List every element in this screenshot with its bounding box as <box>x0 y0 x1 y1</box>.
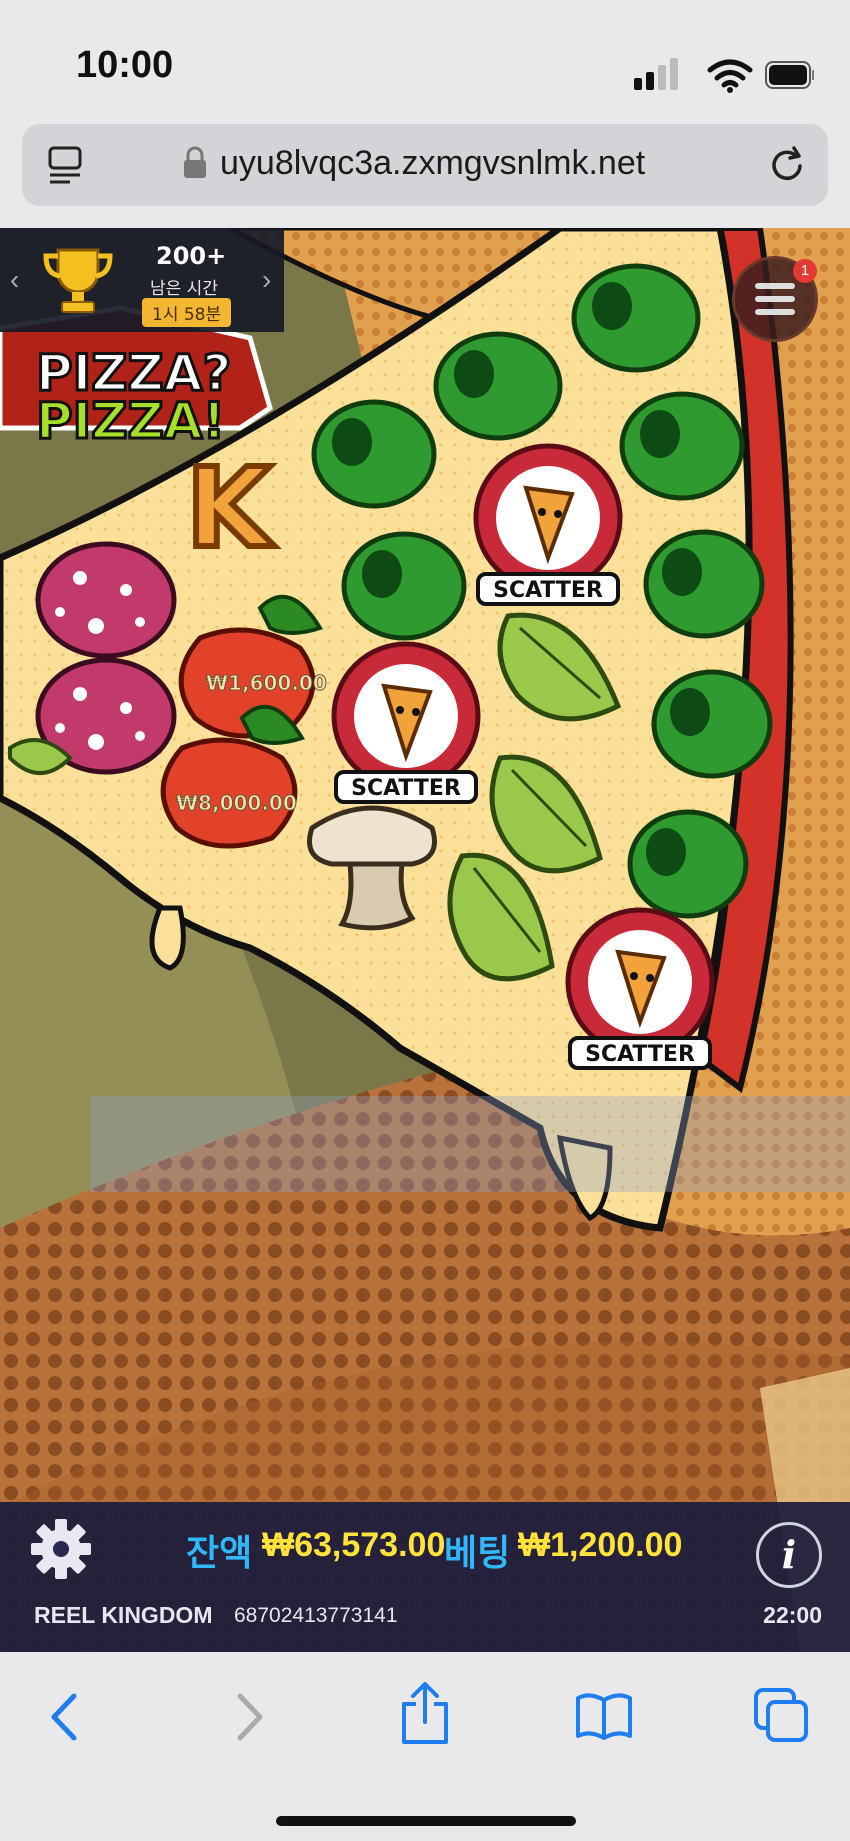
hamburger-icon <box>755 283 795 315</box>
chevron-left-icon[interactable]: ‹ <box>10 264 19 296</box>
settings-gear-icon[interactable] <box>28 1516 94 1582</box>
chevron-right-icon[interactable]: › <box>262 264 271 296</box>
trophy-icon <box>43 248 113 313</box>
olive-symbol <box>619 391 745 501</box>
lock-icon <box>184 146 206 178</box>
balance-label: 잔액 <box>186 1533 253 1574</box>
olive-symbol <box>643 529 765 639</box>
status-bar: 10:00 <box>0 0 850 122</box>
pepper-value: ₩8,000.00 <box>176 791 297 815</box>
olive-symbol <box>341 531 467 641</box>
address-bar[interactable]: uyu8lvqc3a.zxmgvsnlmk.net <box>22 124 828 206</box>
scatter-label: SCATTER <box>585 1042 695 1067</box>
forward-icon[interactable] <box>230 1690 270 1744</box>
scatter-label: SCATTER <box>351 776 461 801</box>
info-button[interactable]: i <box>756 1522 822 1588</box>
browser-toolbar <box>0 1652 850 1841</box>
bet-value[interactable]: ₩1,200.00 <box>518 1526 682 1565</box>
tournament-badge[interactable]: ‹ 200+ 남은 시간 1시 58분 › <box>0 228 284 332</box>
share-icon[interactable] <box>398 1682 452 1746</box>
scatter-symbol: SCATTER <box>565 907 715 1070</box>
url-text[interactable]: uyu8lvqc3a.zxmgvsnlmk.net <box>220 144 645 183</box>
tournament-time-left: 1시 58분 <box>142 298 232 327</box>
scatter-symbol: SCATTER <box>331 641 481 804</box>
olive-symbol <box>571 263 701 373</box>
tournament-count: 200+ <box>156 242 227 270</box>
reader-mode-icon[interactable] <box>46 144 86 186</box>
notification-badge: 1 <box>793 259 817 283</box>
game-area[interactable]: K ₩1,600.00 ₩8,000.00 SCATTER SCATTER SC… <box>0 228 850 1652</box>
session-id: 68702413773141 <box>234 1604 398 1627</box>
scatter-symbol: SCATTER <box>473 443 623 606</box>
game-clock: 22:00 <box>763 1602 822 1628</box>
k-symbol: K <box>186 444 275 572</box>
wifi-icon <box>707 59 753 93</box>
bookmarks-icon[interactable] <box>574 1690 634 1742</box>
balance-value: ₩63,573.00 <box>262 1526 446 1564</box>
status-time: 10:00 <box>76 44 174 86</box>
salami-symbol <box>35 541 177 659</box>
provider-brand: REEL KINGDOM <box>34 1602 213 1628</box>
game-hud: 잔액 ₩63,573.00 베팅 ₩1,200.00 i REEL KINGDO… <box>0 1502 850 1652</box>
pepper-value: ₩1,600.00 <box>206 671 327 695</box>
olive-symbol <box>651 669 773 779</box>
olive-symbol <box>311 399 437 509</box>
cellular-signal-icon <box>634 58 678 90</box>
status-icons <box>634 58 814 93</box>
game-board[interactable]: K ₩1,600.00 ₩8,000.00 SCATTER SCATTER SC… <box>0 228 850 1652</box>
back-icon[interactable] <box>44 1690 84 1744</box>
reload-icon[interactable] <box>768 144 808 186</box>
tournament-label: 남은 시간 <box>150 279 218 299</box>
tabs-icon[interactable] <box>752 1686 812 1746</box>
olive-symbol <box>433 331 563 441</box>
scatter-label: SCATTER <box>493 578 603 603</box>
olive-symbol <box>627 809 749 919</box>
logo-line-2: PIZZA! <box>36 392 225 450</box>
game-menu-button[interactable]: 1 <box>732 256 818 342</box>
bet-label: 베팅 <box>444 1533 511 1574</box>
home-indicator[interactable] <box>276 1816 576 1826</box>
battery-icon <box>765 61 814 89</box>
